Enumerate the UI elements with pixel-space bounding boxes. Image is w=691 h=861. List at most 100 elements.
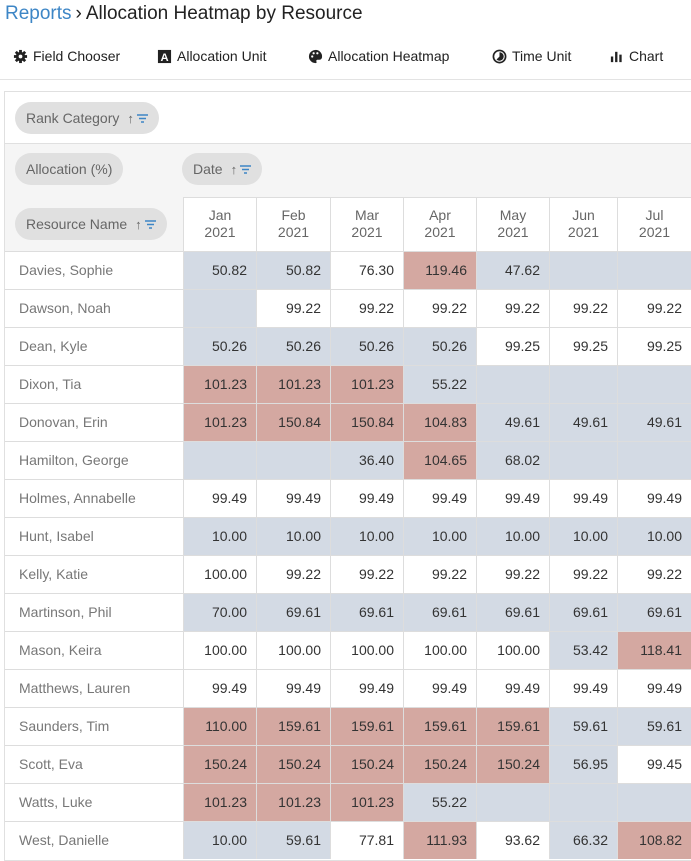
breadcrumb-reports-link[interactable]: Reports	[5, 3, 72, 24]
heatmap-cell[interactable]: 99.49	[256, 480, 330, 517]
heatmap-cell[interactable]: 119.46	[403, 252, 476, 289]
heatmap-cell[interactable]: 50.26	[183, 328, 256, 365]
heatmap-cell[interactable]: 76.30	[330, 252, 403, 289]
heatmap-cell[interactable]: 56.95	[549, 746, 617, 783]
heatmap-cell[interactable]: 99.49	[476, 670, 549, 707]
heatmap-cell[interactable]: 99.22	[330, 290, 403, 327]
heatmap-cell[interactable]: 99.22	[476, 290, 549, 327]
allocation-pill[interactable]: Allocation (%)	[15, 153, 124, 185]
heatmap-cell[interactable]: 111.93	[403, 822, 476, 859]
allocation-heatmap-button[interactable]: Allocation Heatmap	[308, 48, 449, 64]
heatmap-cell[interactable]: 110.00	[183, 708, 256, 745]
heatmap-cell[interactable]: 101.23	[256, 784, 330, 821]
heatmap-cell[interactable]: 10.00	[549, 518, 617, 555]
heatmap-cell[interactable]: 99.49	[617, 670, 691, 707]
heatmap-cell[interactable]: 150.24	[403, 746, 476, 783]
heatmap-cell[interactable]: 68.02	[476, 442, 549, 479]
heatmap-cell[interactable]: 47.62	[476, 252, 549, 289]
heatmap-cell[interactable]: 99.49	[549, 670, 617, 707]
allocation-unit-button[interactable]: A Allocation Unit	[157, 48, 267, 64]
heatmap-cell[interactable]: 59.61	[256, 822, 330, 859]
sort-asc-icon[interactable]: ↑	[127, 111, 134, 126]
heatmap-cell[interactable]: 100.00	[183, 556, 256, 593]
heatmap-cell[interactable]: 150.24	[476, 746, 549, 783]
heatmap-cell[interactable]	[256, 442, 330, 479]
heatmap-cell[interactable]: 53.42	[549, 632, 617, 669]
heatmap-cell[interactable]: 10.00	[476, 518, 549, 555]
column-header-jan[interactable]: Jan 2021	[183, 197, 256, 251]
date-pill[interactable]: Date ↑	[182, 153, 263, 185]
heatmap-cell[interactable]: 150.84	[256, 404, 330, 441]
heatmap-cell[interactable]	[617, 442, 691, 479]
heatmap-cell[interactable]: 101.23	[183, 784, 256, 821]
heatmap-cell[interactable]: 69.61	[403, 594, 476, 631]
heatmap-cell[interactable]: 99.49	[476, 480, 549, 517]
heatmap-cell[interactable]: 10.00	[183, 822, 256, 859]
heatmap-cell[interactable]: 50.82	[256, 252, 330, 289]
heatmap-cell[interactable]: 99.22	[617, 556, 691, 593]
heatmap-cell[interactable]: 99.49	[330, 670, 403, 707]
heatmap-cell[interactable]: 159.61	[403, 708, 476, 745]
heatmap-cell[interactable]: 104.83	[403, 404, 476, 441]
rank-category-pill[interactable]: Rank Category ↑	[15, 102, 159, 134]
heatmap-cell[interactable]	[549, 366, 617, 403]
heatmap-cell[interactable]: 36.40	[330, 442, 403, 479]
heatmap-cell[interactable]: 99.49	[617, 480, 691, 517]
heatmap-cell[interactable]: 50.26	[403, 328, 476, 365]
heatmap-cell[interactable]	[549, 252, 617, 289]
heatmap-cell[interactable]: 101.23	[183, 404, 256, 441]
heatmap-cell[interactable]: 10.00	[183, 518, 256, 555]
heatmap-cell[interactable]: 150.84	[330, 404, 403, 441]
heatmap-cell[interactable]	[476, 366, 549, 403]
heatmap-cell[interactable]: 55.22	[403, 366, 476, 403]
field-chooser-button[interactable]: Field Chooser	[13, 48, 120, 64]
heatmap-cell[interactable]: 99.22	[403, 556, 476, 593]
heatmap-cell[interactable]: 100.00	[403, 632, 476, 669]
heatmap-cell[interactable]: 99.22	[256, 290, 330, 327]
heatmap-cell[interactable]: 99.25	[617, 328, 691, 365]
heatmap-cell[interactable]	[549, 442, 617, 479]
heatmap-cell[interactable]: 159.61	[476, 708, 549, 745]
heatmap-cell[interactable]	[549, 784, 617, 821]
heatmap-cell[interactable]: 150.24	[183, 746, 256, 783]
heatmap-cell[interactable]: 101.23	[256, 366, 330, 403]
time-unit-button[interactable]: Time Unit	[492, 48, 571, 64]
resource-name-pill[interactable]: Resource Name ↑	[15, 208, 167, 240]
heatmap-cell[interactable]: 77.81	[330, 822, 403, 859]
heatmap-cell[interactable]: 100.00	[256, 632, 330, 669]
heatmap-cell[interactable]: 99.49	[403, 670, 476, 707]
heatmap-cell[interactable]: 69.61	[256, 594, 330, 631]
heatmap-cell[interactable]: 99.22	[549, 290, 617, 327]
heatmap-cell[interactable]: 99.22	[549, 556, 617, 593]
heatmap-cell[interactable]: 99.49	[403, 480, 476, 517]
heatmap-cell[interactable]: 69.61	[476, 594, 549, 631]
heatmap-cell[interactable]: 99.49	[256, 670, 330, 707]
heatmap-cell[interactable]: 50.26	[256, 328, 330, 365]
heatmap-cell[interactable]	[617, 784, 691, 821]
heatmap-cell[interactable]: 159.61	[256, 708, 330, 745]
heatmap-cell[interactable]: 50.26	[330, 328, 403, 365]
heatmap-cell[interactable]	[183, 442, 256, 479]
heatmap-cell[interactable]: 99.49	[549, 480, 617, 517]
heatmap-cell[interactable]: 93.62	[476, 822, 549, 859]
column-header-may[interactable]: May 2021	[476, 197, 549, 251]
column-header-mar[interactable]: Mar 2021	[330, 197, 403, 251]
filter-icon[interactable]	[240, 161, 252, 177]
column-header-feb[interactable]: Feb 2021	[256, 197, 330, 251]
heatmap-cell[interactable]: 50.82	[183, 252, 256, 289]
sort-asc-icon[interactable]: ↑	[231, 162, 238, 177]
heatmap-cell[interactable]: 49.61	[617, 404, 691, 441]
heatmap-cell[interactable]: 104.65	[403, 442, 476, 479]
column-header-jun[interactable]: Jun 2021	[549, 197, 617, 251]
heatmap-cell[interactable]	[617, 252, 691, 289]
filter-icon[interactable]	[144, 216, 156, 232]
heatmap-cell[interactable]	[476, 784, 549, 821]
heatmap-cell[interactable]: 99.25	[549, 328, 617, 365]
heatmap-cell[interactable]: 99.49	[183, 670, 256, 707]
heatmap-cell[interactable]: 49.61	[476, 404, 549, 441]
heatmap-cell[interactable]: 100.00	[330, 632, 403, 669]
chart-button[interactable]: Chart	[609, 48, 663, 64]
heatmap-cell[interactable]: 100.00	[476, 632, 549, 669]
heatmap-cell[interactable]: 150.24	[256, 746, 330, 783]
column-header-jul[interactable]: Jul 2021	[617, 197, 691, 251]
